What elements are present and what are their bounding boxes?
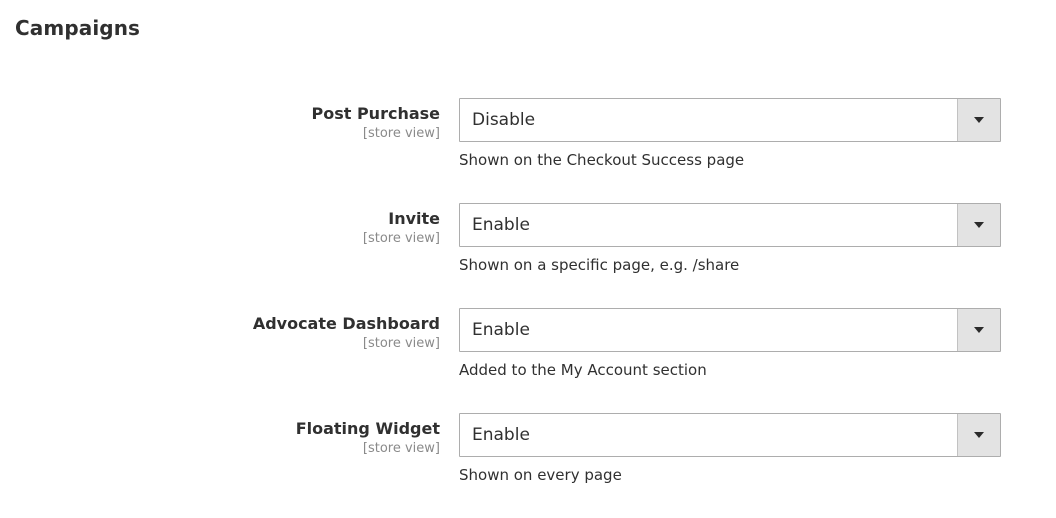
field-note-floating-widget: Shown on every page bbox=[459, 466, 622, 484]
select-post-purchase[interactable]: Disable bbox=[459, 98, 1001, 142]
select-post-purchase-arrow-button[interactable] bbox=[957, 99, 1000, 141]
chevron-down-icon bbox=[974, 117, 984, 123]
field-row-floating-widget: Floating Widget [store view] Enable Show… bbox=[0, 413, 1056, 518]
select-advocate-dashboard-value: Enable bbox=[472, 320, 530, 340]
field-control-floating-widget: Enable Shown on every page bbox=[459, 413, 1001, 485]
field-row-post-purchase: Post Purchase [store view] Disable Shown… bbox=[0, 98, 1056, 203]
field-scope-text: [store view] bbox=[362, 126, 440, 141]
campaigns-form: Post Purchase [store view] Disable Shown… bbox=[0, 98, 1056, 518]
field-label-text: Post Purchase bbox=[311, 104, 440, 123]
select-advocate-dashboard[interactable]: Enable bbox=[459, 308, 1001, 352]
select-invite-value: Enable bbox=[472, 215, 530, 235]
field-label-invite: Invite [store view] bbox=[0, 203, 440, 247]
field-label-text: Advocate Dashboard bbox=[252, 314, 440, 333]
field-row-advocate-dashboard: Advocate Dashboard [store view] Enable A… bbox=[0, 308, 1056, 413]
select-floating-widget-value: Enable bbox=[472, 425, 530, 445]
field-scope-text: [store view] bbox=[362, 441, 440, 456]
chevron-down-icon bbox=[974, 432, 984, 438]
field-row-invite: Invite [store view] Enable Shown on a sp… bbox=[0, 203, 1056, 308]
field-note-invite: Shown on a specific page, e.g. /share bbox=[459, 256, 740, 274]
page-title: Campaigns bbox=[15, 16, 141, 40]
select-floating-widget[interactable]: Enable bbox=[459, 413, 1001, 457]
field-label-advocate-dashboard: Advocate Dashboard [store view] bbox=[0, 308, 440, 352]
chevron-down-icon bbox=[974, 222, 984, 228]
field-control-invite: Enable Shown on a specific page, e.g. /s… bbox=[459, 203, 1001, 275]
field-scope-text: [store view] bbox=[362, 336, 440, 351]
field-label-text: Floating Widget bbox=[295, 419, 440, 438]
chevron-down-icon bbox=[974, 327, 984, 333]
select-advocate-dashboard-arrow-button[interactable] bbox=[957, 309, 1000, 351]
field-control-post-purchase: Disable Shown on the Checkout Success pa… bbox=[459, 98, 1001, 170]
field-note-advocate-dashboard: Added to the My Account section bbox=[459, 361, 707, 379]
field-scope-text: [store view] bbox=[362, 231, 440, 246]
select-floating-widget-arrow-button[interactable] bbox=[957, 414, 1000, 456]
select-invite-arrow-button[interactable] bbox=[957, 204, 1000, 246]
select-invite[interactable]: Enable bbox=[459, 203, 1001, 247]
field-control-advocate-dashboard: Enable Added to the My Account section bbox=[459, 308, 1001, 380]
field-note-post-purchase: Shown on the Checkout Success page bbox=[459, 151, 745, 169]
field-label-post-purchase: Post Purchase [store view] bbox=[0, 98, 440, 142]
field-label-floating-widget: Floating Widget [store view] bbox=[0, 413, 440, 457]
select-post-purchase-value: Disable bbox=[472, 110, 536, 130]
field-label-text: Invite bbox=[388, 209, 440, 228]
campaigns-settings-page: Campaigns Post Purchase [store view] Dis… bbox=[0, 0, 1056, 509]
